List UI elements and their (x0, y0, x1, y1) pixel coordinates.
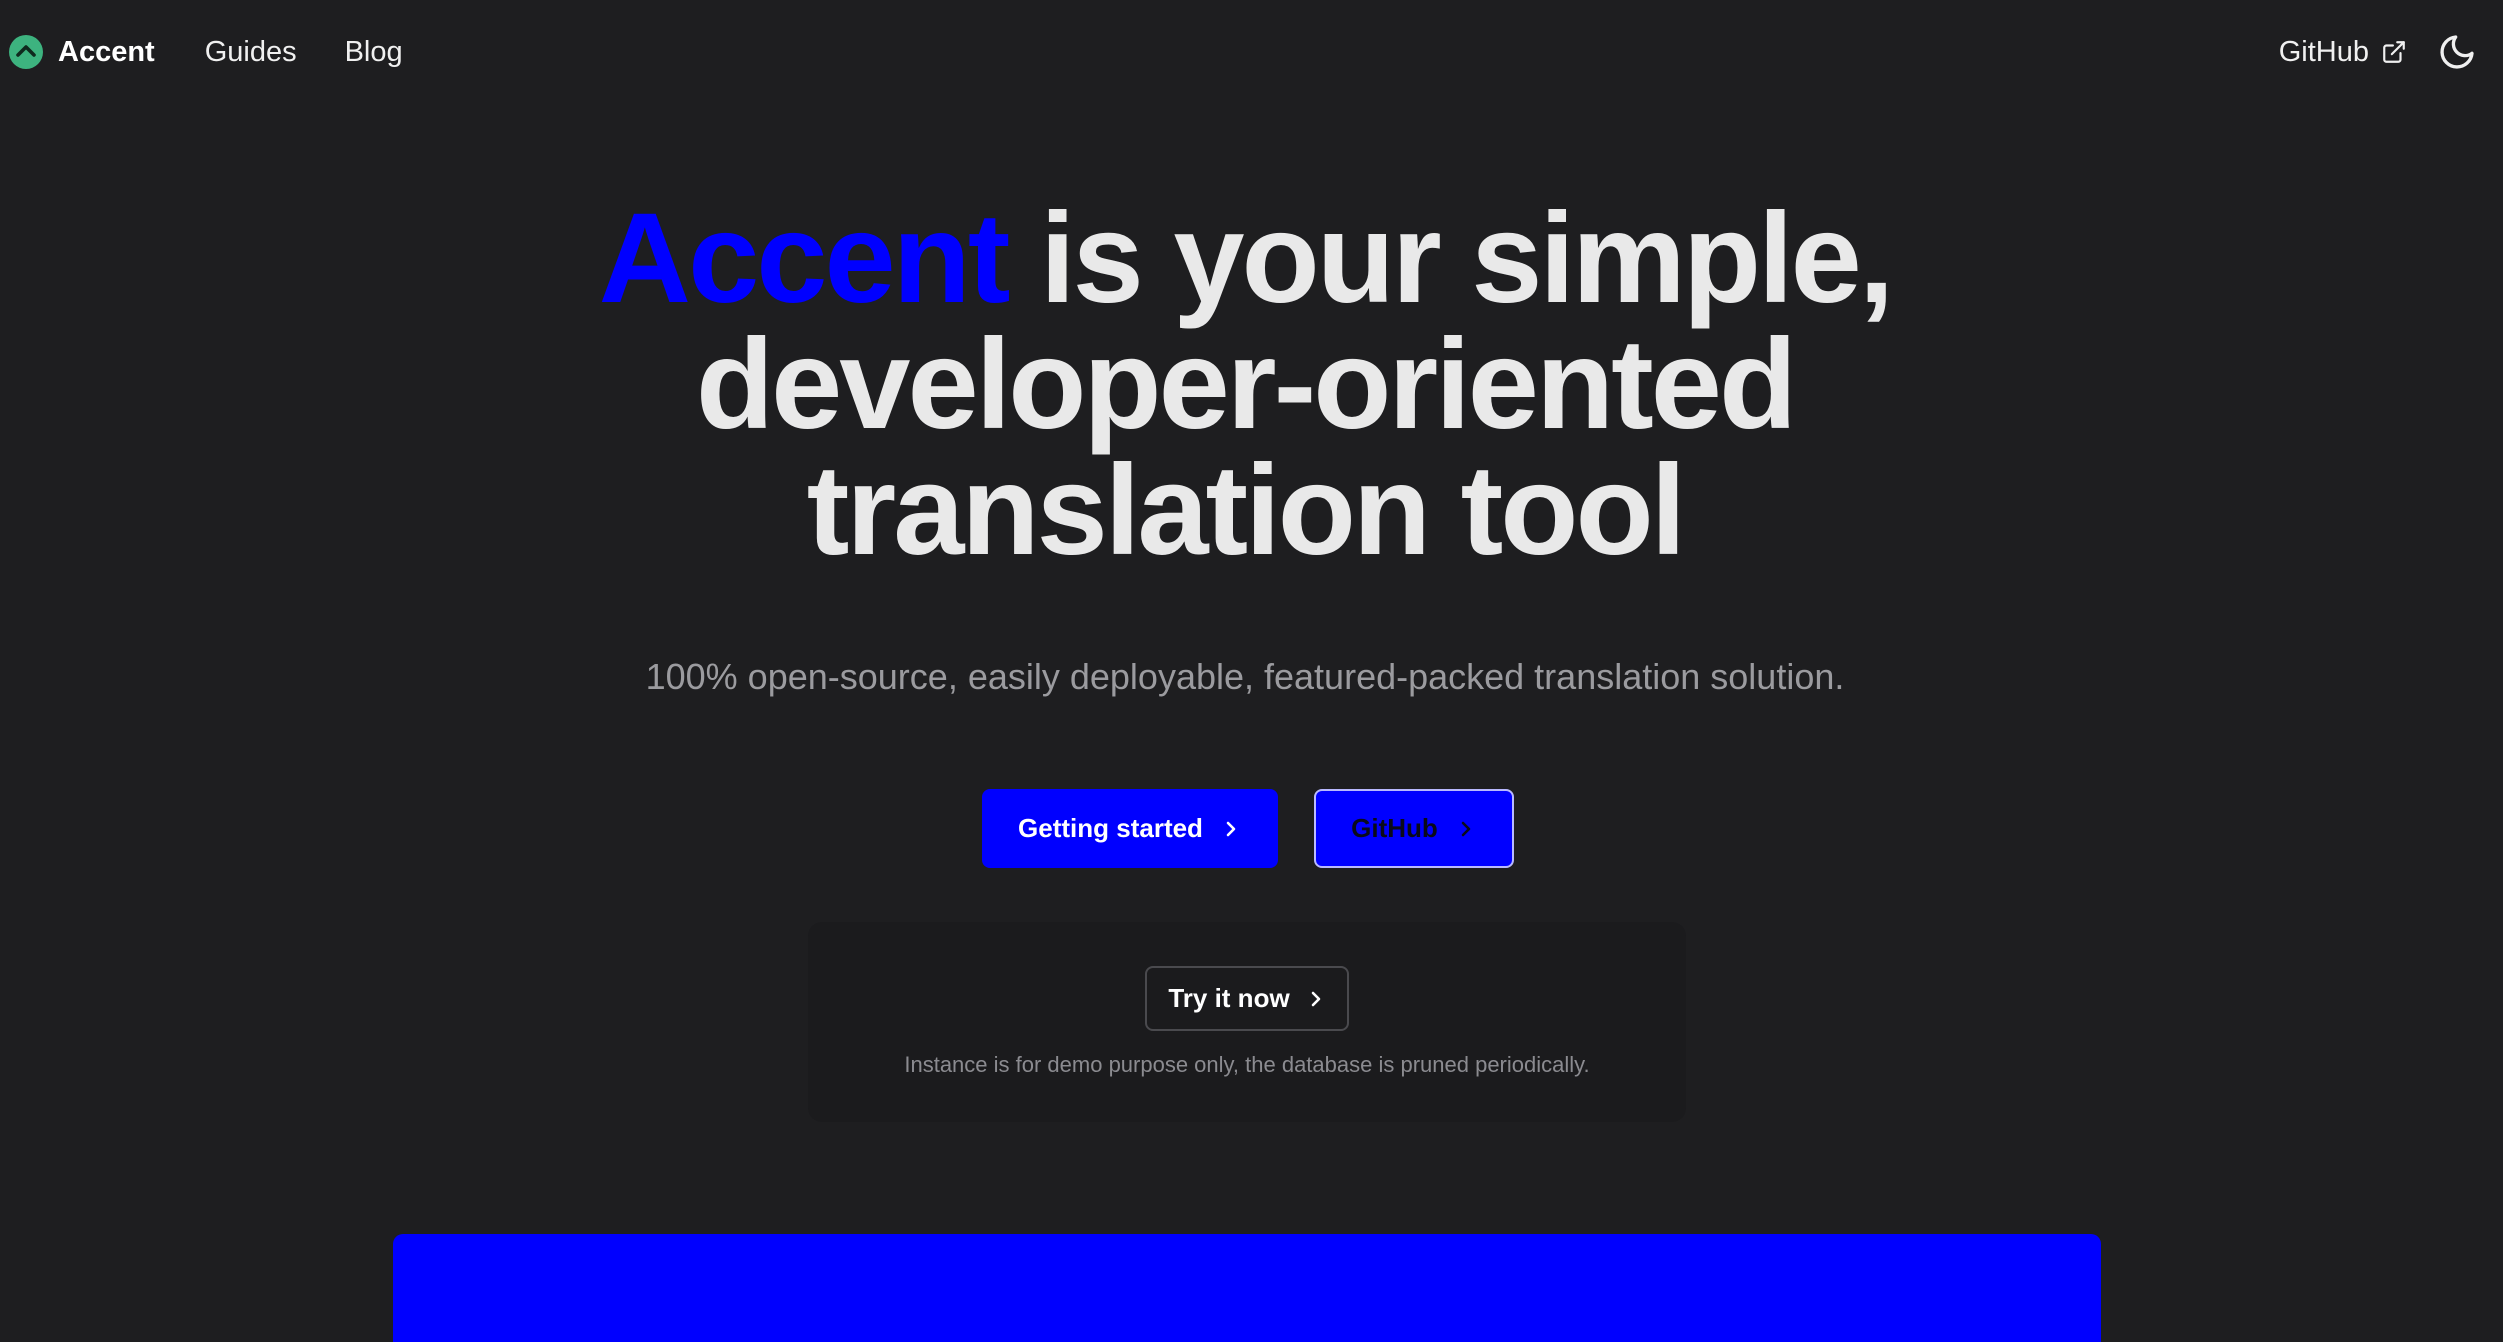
demo-card: Try it now Instance is for demo purpose … (808, 922, 1686, 1122)
hero-title-line1: is your simple, (1007, 187, 1894, 330)
chevron-right-icon (1306, 989, 1326, 1009)
nav-right: GitHub (2279, 0, 2477, 104)
hero-title-line3: translation tool (806, 439, 1686, 582)
chevron-right-icon (1456, 819, 1476, 839)
app-preview-block (393, 1234, 2101, 1342)
accent-logo-icon (8, 34, 44, 70)
external-link-icon (2381, 39, 2407, 65)
page: Accent Guides Blog GitHub Accent is your… (0, 0, 2503, 1342)
hero-subtitle: 100% open-source, easily deployable, fea… (645, 656, 1845, 697)
top-nav: Accent Guides Blog GitHub (0, 0, 2503, 104)
hero-title-line2: developer-oriented (695, 313, 1797, 456)
nav-link-blog[interactable]: Blog (345, 36, 403, 69)
try-it-now-label: Try it now (1168, 983, 1290, 1013)
github-button[interactable]: GitHub (1313, 789, 1514, 868)
getting-started-label: Getting started (1018, 813, 1203, 843)
hero-title-accent-word: Accent (598, 187, 1011, 330)
brand-name: Accent (58, 35, 155, 68)
getting-started-button[interactable]: Getting started (981, 789, 1278, 868)
brand-home-link[interactable]: Accent (8, 34, 155, 70)
hero-title: Accent is your simple, developer-oriente… (400, 195, 2090, 575)
theme-toggle-moon-icon[interactable] (2437, 32, 2477, 72)
nav-github-link[interactable]: GitHub (2279, 36, 2407, 69)
nav-left: Accent Guides Blog (8, 0, 403, 104)
nav-github-label: GitHub (2278, 35, 2369, 68)
try-it-now-button[interactable]: Try it now (1145, 966, 1349, 1031)
chevron-right-icon (1221, 819, 1241, 839)
nav-link-guides[interactable]: Guides (205, 36, 297, 69)
demo-note: Instance is for demo purpose only, the d… (904, 1052, 1590, 1077)
github-button-label: GitHub (1351, 813, 1438, 843)
cta-row: Getting started GitHub (0, 789, 2503, 868)
